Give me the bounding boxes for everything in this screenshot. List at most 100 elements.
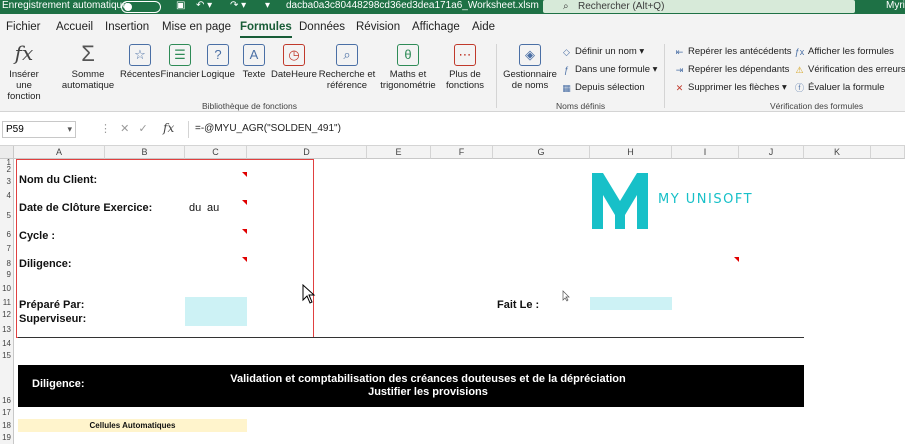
financial-button[interactable]: ☰ Financier xyxy=(160,44,200,80)
tab-formules[interactable]: Formules xyxy=(240,21,292,38)
show-formulas-button[interactable]: ƒx Afficher les formules xyxy=(794,46,894,58)
remove-arrows-button[interactable]: ✕ Supprimer les flèches ▾ xyxy=(674,82,787,94)
row-header-11[interactable]: 11 xyxy=(0,297,14,309)
trace-dependents-button[interactable]: ⇥ Repérer les dépendants xyxy=(674,64,790,76)
column-header-g[interactable]: G xyxy=(493,146,590,159)
row-header-12[interactable]: 12 xyxy=(0,309,14,321)
logical-button[interactable]: ? Logique xyxy=(200,44,236,80)
row-header-14[interactable]: 14 xyxy=(0,338,14,350)
column-header-b[interactable]: B xyxy=(105,146,185,159)
use-in-formula-button[interactable]: ƒ Dans une formule ▾ xyxy=(561,64,657,76)
insert-function-icon[interactable]: fx xyxy=(163,121,174,135)
tab-accueil[interactable]: Accueil xyxy=(56,21,93,33)
select-all-corner[interactable] xyxy=(0,146,14,159)
more-icon[interactable]: ▾ xyxy=(265,0,270,12)
tag-small-icon: ◇ xyxy=(563,47,570,57)
row-header-8[interactable]: 8 xyxy=(0,258,14,270)
group-separator xyxy=(496,44,497,108)
column-header-a[interactable]: A xyxy=(14,146,105,159)
text-label: Texte xyxy=(242,69,266,80)
user-name[interactable]: Myri xyxy=(886,0,905,12)
row-header-16[interactable]: 16 xyxy=(0,362,14,407)
row-header-18[interactable]: 18 xyxy=(0,419,14,432)
text-button[interactable]: A Texte xyxy=(238,44,270,80)
autosum-button[interactable]: Σ Somme automatique xyxy=(56,41,120,92)
row-header-19[interactable]: 19 xyxy=(0,432,14,444)
logo-text: MY UNISOFT xyxy=(658,192,754,207)
insert-function-button[interactable]: fx Insérer une fonction xyxy=(2,43,46,102)
tab-aide[interactable]: Aide xyxy=(472,21,495,33)
worksheet-grid[interactable]: Nom du Client: Date de Clôture Exercice:… xyxy=(14,159,905,444)
column-header-k[interactable]: K xyxy=(804,146,871,159)
trace-precedents-icon: ⇤ xyxy=(675,47,684,57)
column-header-i[interactable]: I xyxy=(672,146,739,159)
search-icon: ⌕ xyxy=(563,1,569,12)
tab-affichage[interactable]: Affichage xyxy=(412,21,460,33)
autosum-label: Somme automatique xyxy=(61,69,115,91)
redo-icon[interactable]: ↷ ▾ xyxy=(230,0,246,12)
error-checking-button[interactable]: ⚠ Vérification des erreurs xyxy=(794,64,905,76)
trace-precedents-button[interactable]: ⇤ Repérer les antécédents xyxy=(674,46,792,58)
row-header-5[interactable]: 5 xyxy=(0,201,14,230)
name-manager-button[interactable]: ◈ Gestionnaire de noms xyxy=(502,44,558,91)
column-header-l[interactable] xyxy=(871,146,905,159)
tab-insertion[interactable]: Insertion xyxy=(105,21,149,33)
evaluate-formula-button[interactable]: ⓕ Évaluer la formule xyxy=(794,82,885,94)
done-on-input-cell[interactable] xyxy=(590,297,672,310)
column-header-f[interactable]: F xyxy=(431,146,493,159)
theta-icon: θ xyxy=(397,44,419,66)
selected-range xyxy=(16,159,314,338)
secondary-cursor-icon xyxy=(562,290,570,302)
row-header-15[interactable]: 15 xyxy=(0,350,14,362)
create-from-selection-button[interactable]: ▦ Depuis sélection xyxy=(561,82,644,94)
row-header-3[interactable]: 3 xyxy=(0,173,14,190)
row-header-13[interactable]: 13 xyxy=(0,321,14,338)
show-formulas-label: Afficher les formules xyxy=(808,46,894,57)
undo-icon[interactable]: ↶ ▾ xyxy=(196,0,212,12)
grid-small-icon: ▦ xyxy=(562,83,571,93)
column-header-e[interactable]: E xyxy=(367,146,431,159)
row-header-9[interactable]: 9 xyxy=(0,270,14,280)
remove-arrows-label: Supprimer les flèches xyxy=(688,82,780,93)
tab-mise-en-page[interactable]: Mise en page xyxy=(162,21,231,33)
define-name-button[interactable]: ◇ Définir un nom ▾ xyxy=(561,46,644,58)
more-functions-label: Plus de fonctions xyxy=(445,69,485,91)
formula-input[interactable]: =-@MYU_AGR("SOLDEN_491") xyxy=(188,121,904,138)
name-box[interactable]: P59 xyxy=(2,121,76,138)
row-header-10[interactable]: 10 xyxy=(0,280,14,297)
tab-revision[interactable]: Révision xyxy=(356,21,400,33)
comment-indicator[interactable] xyxy=(734,257,739,262)
row-header-4[interactable]: 4 xyxy=(0,190,14,201)
autosave-toggle[interactable] xyxy=(121,1,161,13)
recent-button[interactable]: ☆ Récentes xyxy=(120,44,160,80)
financial-label: Financier xyxy=(160,69,200,80)
fx-small-icon: ƒ xyxy=(563,65,569,75)
row-header-1[interactable]: 1 xyxy=(0,159,14,166)
column-header-d[interactable]: D xyxy=(247,146,367,159)
row-header-2[interactable]: 2 xyxy=(0,166,14,173)
save-icon[interactable]: ▣ xyxy=(176,0,185,12)
more-functions-button[interactable]: ⋯ Plus de fonctions xyxy=(442,44,488,91)
math-button[interactable]: θ Maths et trigonométrie xyxy=(376,44,440,91)
database-icon: ☰ xyxy=(169,44,191,66)
column-header-j[interactable]: J xyxy=(739,146,804,159)
column-header-c[interactable]: C xyxy=(185,146,247,159)
lookup-button[interactable]: ⌕ Recherche et référence xyxy=(318,44,376,91)
sigma-icon: Σ xyxy=(81,41,95,66)
row-header-17[interactable]: 17 xyxy=(0,407,14,419)
remove-arrows-icon: ✕ xyxy=(675,83,684,93)
names-group-label: Noms définis xyxy=(556,101,606,111)
datetime-button[interactable]: ◷ DateHeure xyxy=(270,44,318,80)
star-icon: ☆ xyxy=(129,44,151,66)
auto-cells-legend: Cellules Automatiques xyxy=(18,419,247,432)
row-header-6[interactable]: 6 xyxy=(0,230,14,240)
ribbon-tabs: Fichier Accueil Insertion Mise en page F… xyxy=(0,14,905,40)
row-header-7[interactable]: 7 xyxy=(0,240,14,258)
tab-donnees[interactable]: Données xyxy=(299,21,345,33)
trace-precedents-label: Repérer les antécédents xyxy=(688,46,792,57)
search-box[interactable]: ⌕ Rechercher (Alt+Q) xyxy=(543,0,855,13)
text-icon: A xyxy=(243,44,265,66)
tab-fichier[interactable]: Fichier xyxy=(6,21,41,33)
column-header-h[interactable]: H xyxy=(590,146,672,159)
formula-bar: P59 ⋮ ✕ ✓ fx =-@MYU_AGR("SOLDEN_491") xyxy=(0,112,905,146)
